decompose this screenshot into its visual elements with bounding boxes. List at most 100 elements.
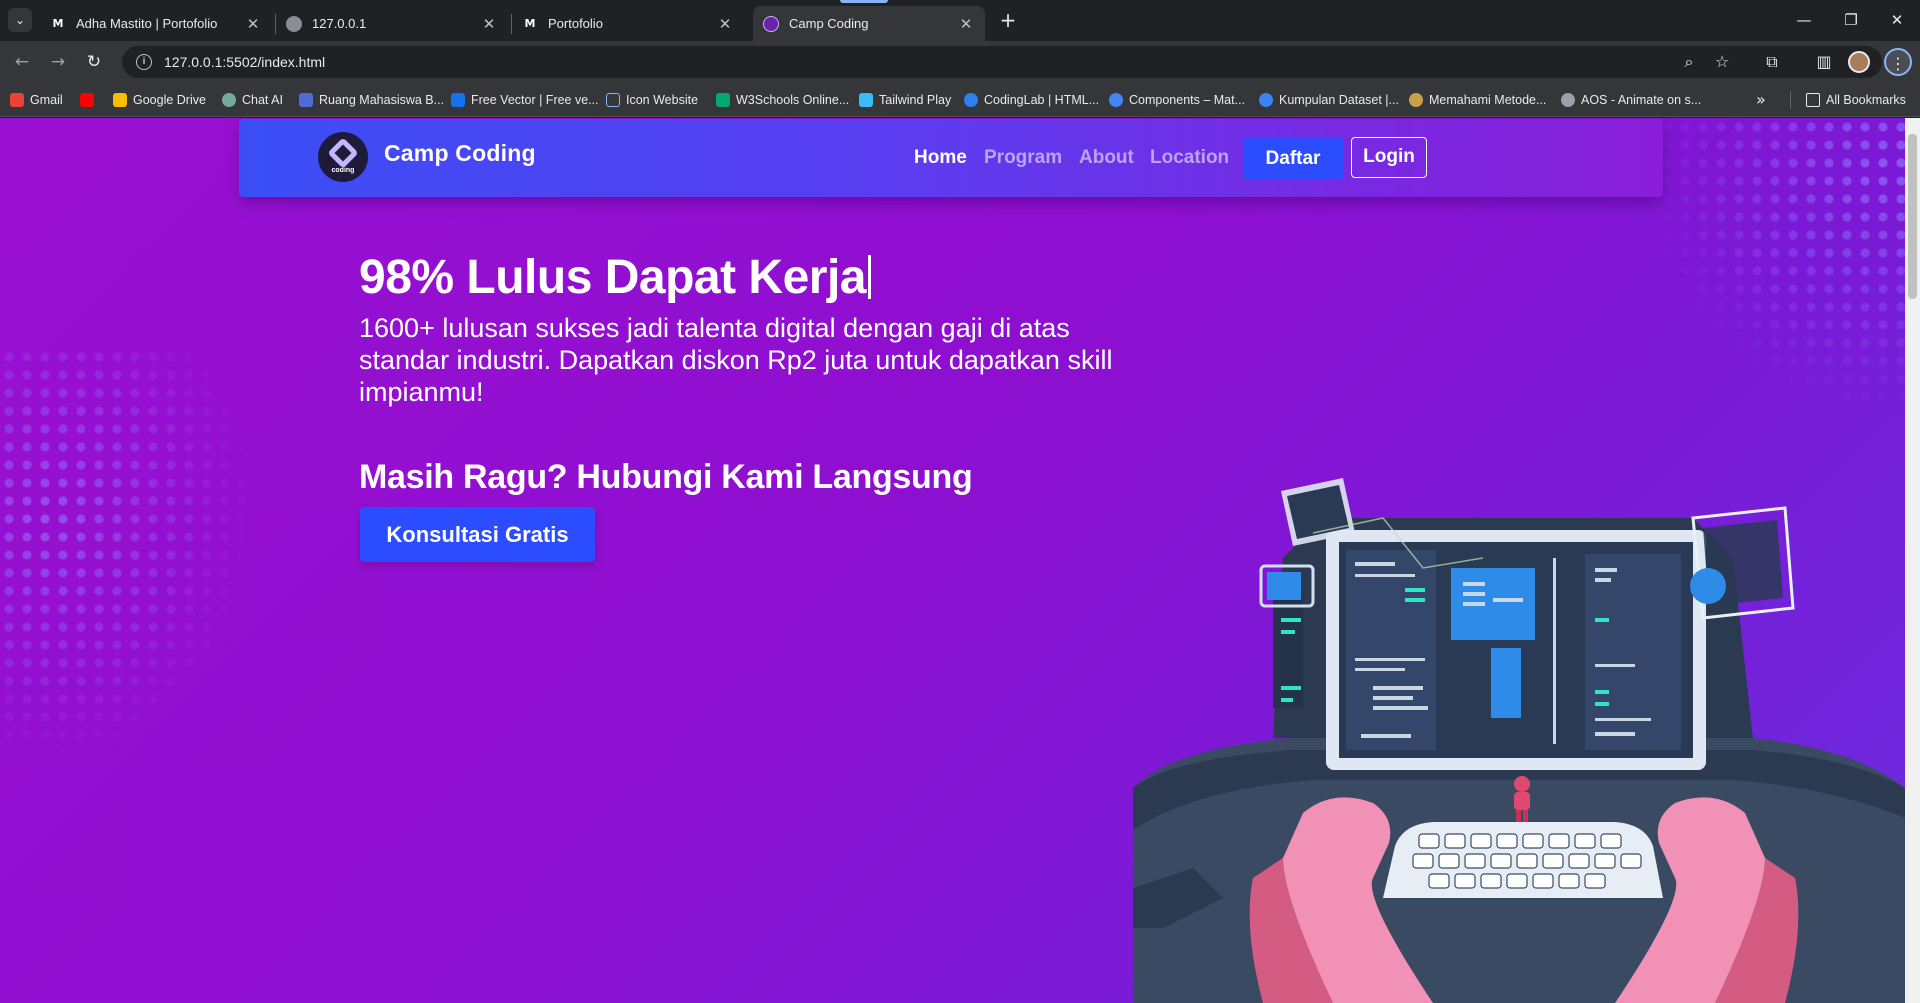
typing-caret: [868, 255, 871, 299]
freepik-icon: [451, 93, 465, 107]
bookmark-label: Google Drive: [133, 93, 206, 107]
w3schools-icon: [716, 93, 730, 107]
dot-pattern-decoration: [1640, 118, 1920, 418]
bookmark-label: AOS - Animate on s...: [1581, 93, 1702, 107]
bookmark-google-drive[interactable]: Google Drive: [113, 91, 206, 109]
bookmark-label: Icon Website: [626, 93, 699, 107]
bookmarks-bar: Gmail Google Drive Chat AI Ruang Mahasis…: [0, 83, 1920, 117]
all-bookmarks[interactable]: All Bookmarks: [1806, 91, 1906, 109]
more-bookmarks-icon[interactable]: »: [1756, 90, 1766, 109]
hero-title-text: 98% Lulus Dapat Kerja: [359, 251, 867, 304]
codinglab-icon: [964, 93, 978, 107]
bookmark-components[interactable]: Components – Mat...: [1109, 91, 1245, 109]
tailwind-icon: [859, 93, 873, 107]
close-window-button[interactable]: ✕: [1874, 6, 1920, 34]
konsultasi-gratis-button[interactable]: Konsultasi Gratis: [360, 507, 595, 562]
folder-icon: [1806, 93, 1820, 107]
bookmark-label: W3Schools Online...: [736, 93, 850, 107]
nav-link-program[interactable]: Program: [984, 147, 1062, 169]
medium-icon: M: [52, 17, 64, 30]
site-info-icon[interactable]: i: [136, 54, 152, 70]
hero-subheading: Masih Ragu? Hubungi Kami Langsung: [359, 458, 973, 496]
google-drive-icon: [113, 93, 127, 107]
bookmark-icon-website[interactable]: Icon Website: [606, 91, 698, 109]
bookmark-tailwind-play[interactable]: Tailwind Play: [859, 91, 951, 109]
nav-link-location[interactable]: Location: [1150, 147, 1229, 169]
nav-link-about[interactable]: About: [1079, 147, 1134, 169]
bookmark-label: Kumpulan Dataset |...: [1279, 93, 1399, 107]
tab-title: Portofolio: [548, 16, 603, 31]
tab-title: Adha Mastito | Portofolio: [76, 16, 218, 31]
nav-link-home[interactable]: Home: [914, 147, 967, 169]
tab-strip: ⌄ M Adha Mastito | Portofolio ✕ 127.0.0.…: [0, 0, 1920, 41]
youtube-icon: [80, 93, 94, 107]
tab-search-button[interactable]: ⌄: [8, 8, 32, 32]
bookmark-label: Components – Mat...: [1129, 93, 1246, 107]
dot-pattern-decoration: [0, 348, 260, 768]
tab-localhost[interactable]: 127.0.0.1 ✕: [276, 6, 508, 41]
extensions-icon[interactable]: ⧉: [1758, 48, 1786, 76]
bookmark-youtube[interactable]: [80, 91, 100, 109]
bookmark-gmail[interactable]: Gmail: [10, 91, 63, 109]
camp-coding-icon: [763, 15, 779, 32]
bookmark-codinglab[interactable]: CodingLab | HTML...: [964, 91, 1099, 109]
bookmark-label: CodingLab | HTML...: [984, 93, 1100, 107]
restore-button[interactable]: ❐: [1828, 6, 1874, 34]
bookmark-freepik[interactable]: Free Vector | Free ve...: [451, 91, 599, 109]
forward-button[interactable]: →: [44, 48, 72, 76]
aos-icon: [1561, 93, 1575, 107]
minimize-button[interactable]: —: [1781, 6, 1827, 34]
tab-title: Camp Coding: [789, 16, 869, 31]
side-panel-icon[interactable]: ▥: [1810, 48, 1838, 76]
site-navbar: coding Camp Coding Home Program About Lo…: [239, 119, 1663, 197]
back-button[interactable]: ←: [8, 48, 36, 76]
zoom-icon[interactable]: ⌕: [1675, 48, 1703, 76]
bookmark-star-icon[interactable]: ☆: [1708, 48, 1736, 76]
tab-camp-coding[interactable]: Camp Coding ✕: [753, 6, 985, 41]
bookmark-chat-ai[interactable]: Chat AI: [222, 91, 283, 109]
daftar-button[interactable]: Daftar: [1243, 137, 1343, 180]
chat-ai-icon: [222, 93, 236, 107]
camp-coding-logo[interactable]: coding: [318, 132, 368, 182]
address-bar[interactable]: i 127.0.0.1:5502/index.html: [122, 46, 1882, 78]
bookmark-aos[interactable]: AOS - Animate on s...: [1561, 91, 1701, 109]
dataset-icon: [1259, 93, 1273, 107]
tab-portofolio[interactable]: M Portofolio ✕: [512, 6, 744, 41]
medium-icon: M: [524, 17, 536, 30]
menu-icon[interactable]: ⋮: [1884, 48, 1912, 76]
flag-icon: [606, 93, 620, 107]
close-icon[interactable]: ✕: [244, 15, 262, 33]
new-tab-button[interactable]: +: [995, 8, 1021, 34]
ruang-mahasiswa-icon: [299, 93, 313, 107]
coding-desk-illustration: [1133, 478, 1905, 1003]
close-icon[interactable]: ✕: [716, 15, 734, 33]
gmail-icon: [10, 93, 24, 107]
hero-title: 98% Lulus Dapat Kerja: [359, 250, 871, 305]
close-icon[interactable]: ✕: [957, 15, 975, 33]
url-text: 127.0.0.1:5502/index.html: [164, 54, 326, 70]
tab-accent: [840, 0, 888, 3]
close-icon[interactable]: ✕: [480, 15, 498, 33]
bookmark-label: Chat AI: [242, 93, 283, 107]
login-button[interactable]: Login: [1351, 137, 1427, 178]
globe-icon: [286, 15, 302, 32]
bookmark-label: Ruang Mahasiswa B...: [319, 93, 445, 107]
logo-text: coding: [331, 167, 355, 174]
profile-avatar[interactable]: [1848, 51, 1870, 73]
bookmark-label: Gmail: [30, 93, 63, 107]
bookmark-separator: [1790, 91, 1791, 109]
bookmark-kumpulan-dataset[interactable]: Kumpulan Dataset |...: [1259, 91, 1399, 109]
tab-title: 127.0.0.1: [312, 16, 367, 31]
bookmark-w3schools[interactable]: W3Schools Online...: [716, 91, 849, 109]
tab-adha-portofolio[interactable]: M Adha Mastito | Portofolio ✕: [40, 6, 272, 41]
memahami-icon: [1409, 93, 1423, 107]
logo-mark: [327, 137, 359, 169]
bookmark-memahami-metode[interactable]: Memahami Metode...: [1409, 91, 1546, 109]
scrollbar-thumb[interactable]: [1908, 134, 1917, 299]
hero-description: 1600+ lulusan sukses jadi talenta digita…: [359, 313, 1113, 407]
components-icon: [1109, 93, 1123, 107]
reload-button[interactable]: ↻: [80, 48, 108, 76]
brand-name[interactable]: Camp Coding: [384, 140, 536, 167]
browser-toolbar: ← → ↻ i 127.0.0.1:5502/index.html ⌕ ☆ ⧉ …: [0, 41, 1920, 83]
bookmark-ruang-mahasiswa[interactable]: Ruang Mahasiswa B...: [299, 91, 444, 109]
